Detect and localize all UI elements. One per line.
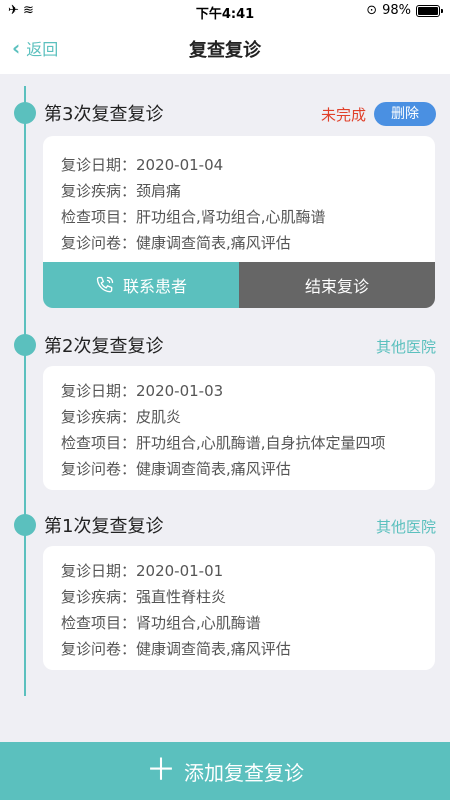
entry-title: 第2次复查复诊 [44,336,164,357]
plus-icon: ＋ [146,753,176,788]
page-title: 复查复诊 [189,40,261,61]
delete-button[interactable]: 删除 [374,102,436,126]
check-items: 检查项目：肾功组合,心肌酶谱 [61,614,261,632]
entry-title: 第1次复查复诊 [44,516,164,537]
hospital-label: 其他医院 [375,518,436,536]
finish-visit-button[interactable]: 结束复诊 [239,262,435,308]
battery-icon [416,4,443,17]
nav-bar: ‹ 返回 复查复诊 [0,22,450,74]
add-visit-button[interactable]: ＋ 添加复查复诊 [0,742,450,800]
timeline-dot [14,334,36,356]
back-button[interactable]: ‹ 返回 [12,36,58,60]
chevron-left-icon: ‹ [12,36,21,60]
contact-patient-button[interactable]: 联系患者 [43,262,239,308]
questionnaire: 复诊问卷：健康调查简表,痛风评估 [61,640,291,658]
visit-date: 复诊日期：2020-01-03 [61,382,224,400]
add-visit-label: 添加复查复诊 [184,760,304,785]
phone-icon [96,276,114,293]
visit-disease: 复诊疾病：颈肩痛 [61,182,182,200]
visit-disease: 复诊疾病：皮肌炎 [61,408,182,426]
rotation-lock-icon: ⊙ [366,3,378,18]
contact-label: 联系患者 [122,277,187,296]
check-items: 检查项目：肝功组合,心肌酶谱,自身抗体定量四项 [61,434,386,452]
record-card-3: 复诊日期：2020-01-04 复诊疾病：颈肩痛 检查项目：肝功组合,肾功组合,… [43,136,435,308]
battery-percent: 98% [382,3,411,18]
visit-disease: 复诊疾病：强直性脊柱炎 [61,588,227,606]
record-card-1: 复诊日期：2020-01-01 复诊疾病：强直性脊柱炎 检查项目：肾功组合,心肌… [43,546,435,670]
timeline-dot [14,102,36,124]
record-card-2: 复诊日期：2020-01-03 复诊疾病：皮肌炎 检查项目：肝功组合,心肌酶谱,… [43,366,435,490]
visit-date: 复诊日期：2020-01-04 [61,156,224,174]
back-label: 返回 [26,40,59,59]
status-label: 未完成 [320,106,366,124]
questionnaire: 复诊问卷：健康调查简表,痛风评估 [61,460,291,478]
entry-title: 第3次复查复诊 [44,104,164,125]
visit-date: 复诊日期：2020-01-01 [61,562,224,580]
status-bar: ✈ ︎≋ 下午4:41 ⊙ 98% [0,0,450,22]
check-items: 检查项目：肝功组合,肾功组合,心肌酶谱 [61,208,326,226]
timeline-line [24,86,26,696]
hospital-label: 其他医院 [375,338,436,356]
questionnaire: 复诊问卷：健康调查简表,痛风评估 [61,234,291,252]
timeline-dot [14,514,36,536]
